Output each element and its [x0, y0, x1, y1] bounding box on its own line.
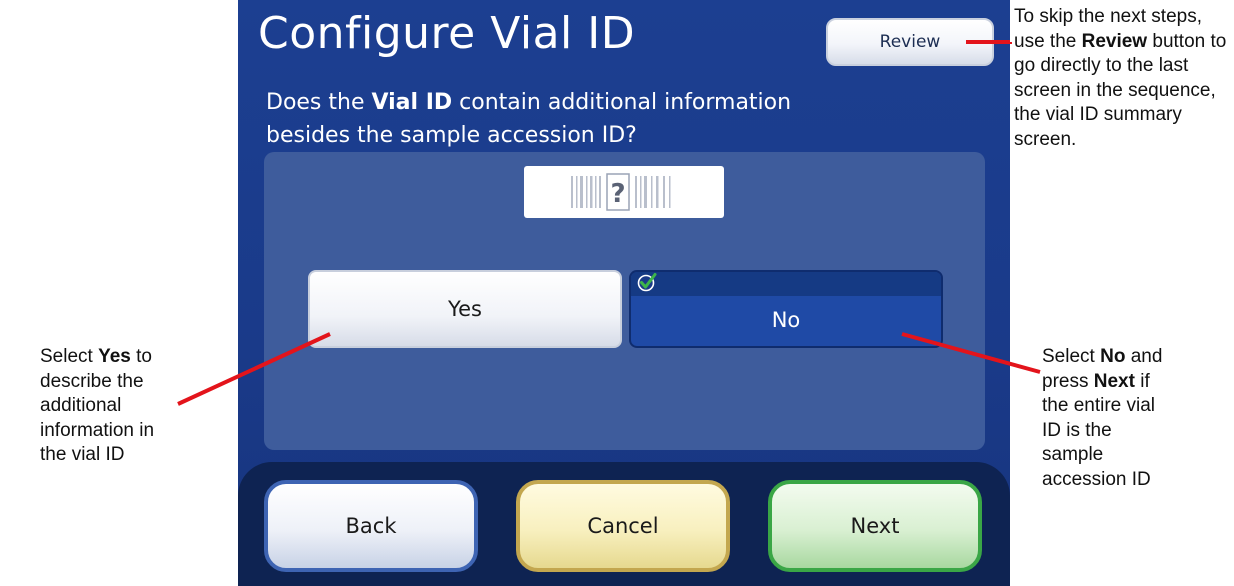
review-annotation: To skip the next steps, use the Review b…	[1014, 5, 1232, 152]
yes-callout-line	[177, 332, 331, 406]
no-note-bold1: No	[1100, 346, 1126, 367]
yes-annotation: Select Yes to describe the additional in…	[40, 345, 180, 468]
no-note-bold2: Next	[1093, 370, 1135, 392]
no-annotation: Select No and press Next if the entire v…	[1042, 345, 1178, 492]
yes-note-bold: Yes	[98, 346, 131, 367]
review-note-bold: Review	[1081, 30, 1148, 52]
no-note-pre: Select	[1042, 346, 1101, 367]
no-callout-line	[901, 332, 1041, 374]
yes-note-pre: Select	[40, 346, 99, 367]
